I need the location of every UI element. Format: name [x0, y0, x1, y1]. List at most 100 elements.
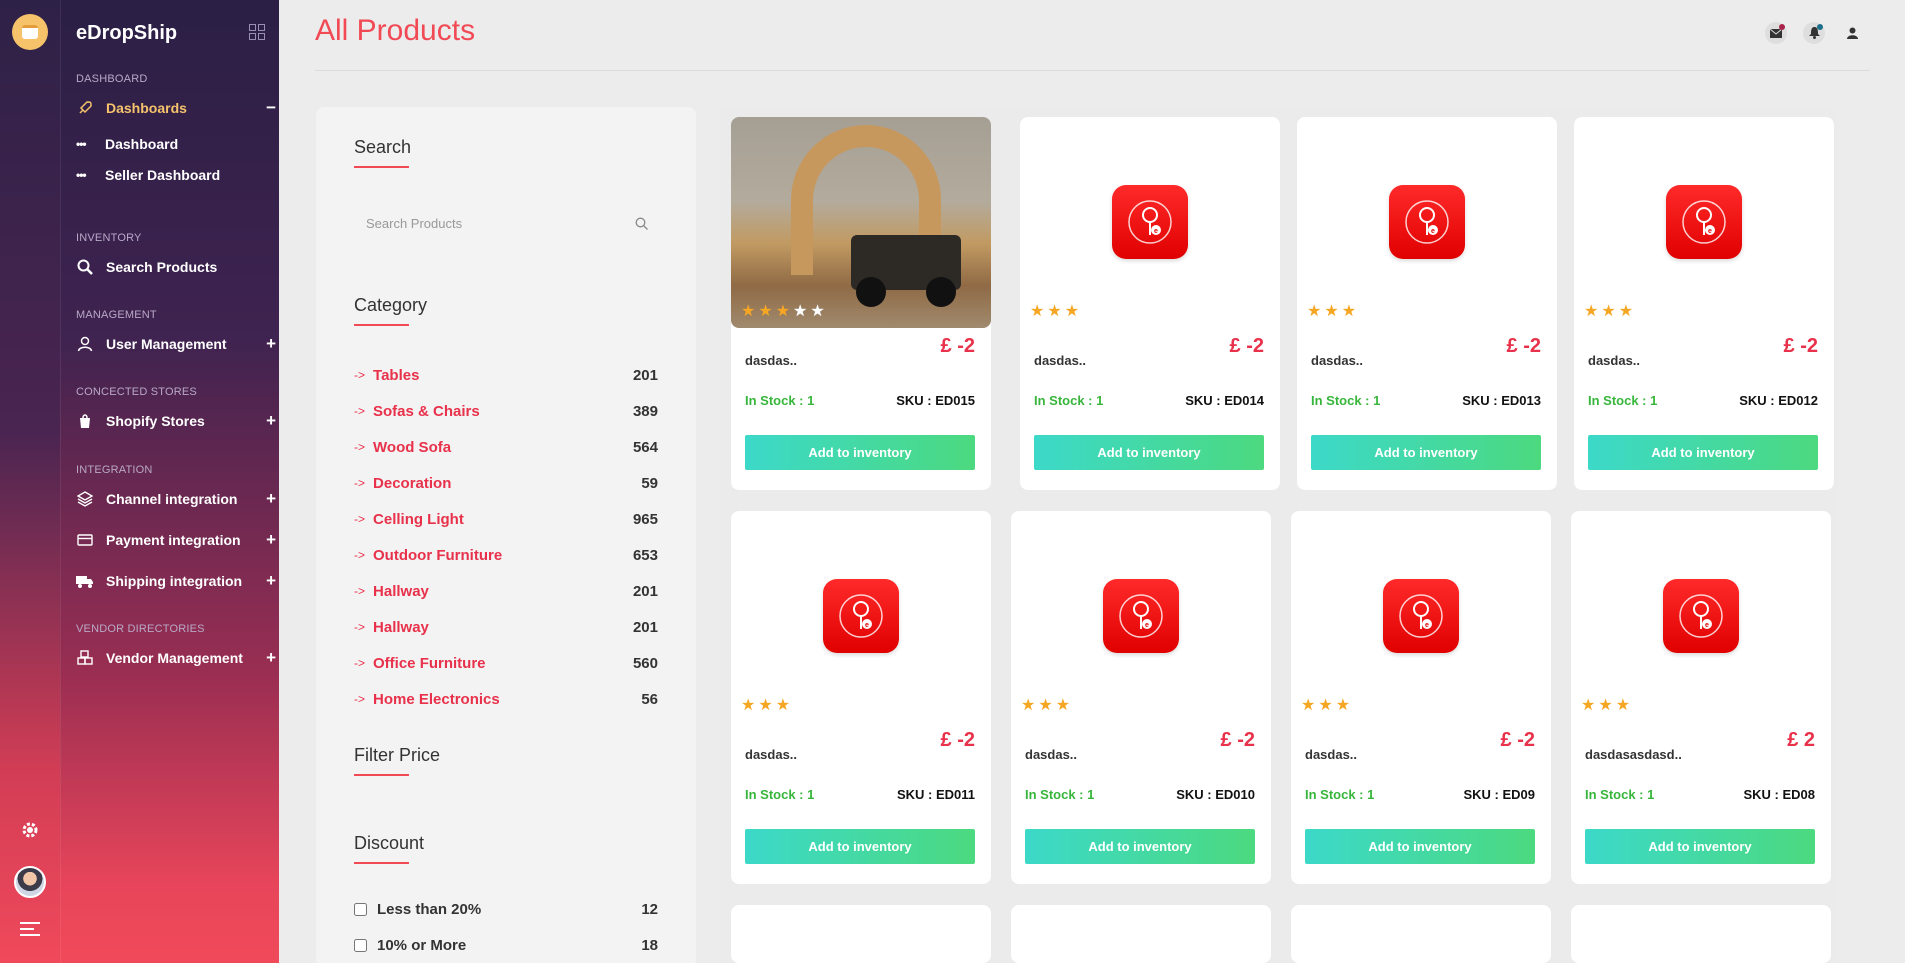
svg-text:e: e: [1705, 622, 1709, 629]
product-image[interactable]: e: [1020, 117, 1280, 327]
product-name[interactable]: dasdas..: [745, 353, 797, 368]
product-name[interactable]: dasdas..: [1311, 353, 1363, 368]
sidebar: eDropShip DASHBOARD Dashboards − ••• Das…: [60, 0, 279, 963]
product-price: £ -2: [1506, 335, 1541, 357]
add-to-inventory-button[interactable]: Add to inventory: [1585, 829, 1815, 864]
product-name[interactable]: dasdas..: [1025, 747, 1077, 762]
sidebar-item-user-management[interactable]: User Management +: [76, 332, 276, 356]
svg-text:e: e: [1145, 622, 1149, 629]
add-to-inventory-button[interactable]: Add to inventory: [1025, 829, 1255, 864]
category-item[interactable]: -> Hallway 201: [354, 573, 658, 609]
sidebar-item-vendor-management[interactable]: Vendor Management +: [76, 646, 276, 670]
add-to-inventory-button[interactable]: Add to inventory: [1588, 435, 1818, 470]
product-image[interactable]: e: [1011, 511, 1271, 721]
bell-icon[interactable]: [1803, 22, 1825, 44]
sidebar-item-shopify-stores[interactable]: Shopify Stores +: [76, 409, 276, 433]
product-card[interactable]: [1011, 905, 1271, 963]
product-sku: SKU : ED015: [896, 393, 975, 408]
add-to-inventory-button[interactable]: Add to inventory: [745, 435, 975, 470]
sidebar-item-label: Dashboard: [105, 136, 179, 152]
section-title-dashboard: DASHBOARD: [76, 73, 148, 85]
product-card[interactable]: [731, 905, 991, 963]
grid-toggle-icon[interactable]: [249, 24, 265, 40]
product-card[interactable]: [1571, 905, 1831, 963]
product-photo[interactable]: [731, 117, 991, 328]
product-card[interactable]: e ★ ★ ★ £ -2 dasdas.. In Stock : 1 SKU : ED010 A…: [1011, 511, 1271, 884]
search-icon[interactable]: [635, 217, 648, 235]
add-to-inventory-button[interactable]: Add to inventory: [1034, 435, 1264, 470]
filter-panel: Search Category -> Tables 201 -> Sofas & Ch…: [316, 107, 696, 963]
product-image[interactable]: e: [1291, 511, 1551, 721]
expand-icon[interactable]: +: [266, 489, 276, 509]
category-item[interactable]: -> Decoration 59: [354, 465, 658, 501]
category-item[interactable]: -> Hallway 201: [354, 609, 658, 645]
stock-status: In Stock : 1: [1585, 787, 1655, 802]
product-card[interactable]: e ★ ★ ★ £ -2 dasdas.. In Stock : 1 SKU : ED014 A…: [1020, 117, 1280, 490]
category-item[interactable]: -> Home Electronics 56: [354, 681, 658, 717]
category-count: 389: [632, 402, 658, 420]
product-card[interactable]: e ★ ★ ★ £ -2 dasdas.. In Stock : 1 SKU : ED012 A…: [1574, 117, 1834, 490]
add-to-inventory-button[interactable]: Add to inventory: [1311, 435, 1541, 470]
add-to-inventory-button[interactable]: Add to inventory: [745, 829, 975, 864]
product-name[interactable]: dasdas..: [745, 747, 797, 762]
category-name: Outdoor Furniture: [373, 546, 503, 564]
discount-checkbox[interactable]: [354, 938, 367, 952]
sidebar-item-channel-integration[interactable]: Channel integration +: [76, 487, 276, 511]
shopping-bag-icon: [76, 412, 94, 430]
app-logo-icon[interactable]: [12, 14, 48, 50]
sidebar-item-dashboards[interactable]: Dashboards −: [76, 96, 276, 120]
category-item[interactable]: -> Tables 201: [354, 357, 658, 393]
expand-icon[interactable]: +: [266, 648, 276, 668]
category-item[interactable]: -> Wood Sofa 564: [354, 429, 658, 465]
product-image[interactable]: e: [1571, 511, 1831, 721]
product-sku: SKU : ED011: [896, 787, 975, 802]
product-price: £ -2: [1500, 729, 1535, 751]
collapse-icon[interactable]: −: [266, 98, 276, 118]
sidebar-item-label: Vendor Management: [106, 650, 243, 666]
star-icon: ★: [741, 303, 756, 320]
menu-lines-icon[interactable]: [20, 922, 40, 940]
mail-icon[interactable]: [1765, 22, 1787, 44]
expand-icon[interactable]: +: [266, 530, 276, 550]
product-card[interactable]: e ★ ★ ★ £ 2 dasdasasdasd.. In Stock : 1 SKU : E…: [1571, 511, 1831, 884]
product-name[interactable]: dasdas..: [1305, 747, 1357, 762]
truck-icon: [76, 572, 94, 590]
sidebar-subitem-dashboard[interactable]: ••• Dashboard: [76, 136, 178, 152]
discount-label: Less than 20%: [377, 900, 482, 918]
category-item[interactable]: -> Office Furniture 560: [354, 645, 658, 681]
product-name[interactable]: dasdasasdasd..: [1585, 747, 1682, 762]
product-card[interactable]: e ★ ★ ★ £ -2 dasdas.. In Stock : 1 SKU : ED011 A…: [731, 511, 991, 884]
category-item[interactable]: -> Outdoor Furniture 653: [354, 537, 658, 573]
product-card[interactable]: e ★ ★ ★ £ -2 dasdas.. In Stock : 1 SKU : ED09 Ad…: [1291, 511, 1551, 884]
stock-status: In Stock : 1: [1305, 787, 1375, 802]
category-item[interactable]: -> Sofas & Chairs 389: [354, 393, 658, 429]
product-name[interactable]: dasdas..: [1588, 353, 1640, 368]
search-products-input[interactable]: [354, 215, 624, 231]
expand-icon[interactable]: +: [266, 411, 276, 431]
discount-checkbox[interactable]: [354, 902, 367, 916]
sidebar-item-payment-integration[interactable]: Payment integration +: [76, 528, 276, 552]
product-card[interactable]: e ★ ★ ★ £ -2 dasdas.. In Stock : 1 SKU : ED013 A…: [1297, 117, 1557, 490]
product-card[interactable]: [1291, 905, 1551, 963]
profile-user-icon[interactable]: [1841, 22, 1863, 44]
category-name: Office Furniture: [373, 654, 486, 672]
expand-icon[interactable]: +: [266, 571, 276, 591]
product-image[interactable]: e: [1574, 117, 1834, 327]
expand-icon[interactable]: +: [266, 334, 276, 354]
category-count: 201: [632, 366, 658, 384]
product-sku: SKU : ED09: [1463, 787, 1535, 802]
product-card[interactable]: ★ ★ ★ ★ ★ £ -2 dasdas.. In Stock : 1 SKU : ED015…: [731, 117, 991, 490]
sidebar-subitem-seller-dashboard[interactable]: ••• Seller Dashboard: [76, 167, 220, 183]
category-count: 653: [632, 546, 658, 564]
add-to-inventory-button[interactable]: Add to inventory: [1305, 829, 1535, 864]
product-image[interactable]: e: [1297, 117, 1557, 327]
category-count: 965: [632, 510, 658, 528]
settings-gear-icon[interactable]: [19, 820, 41, 842]
product-name[interactable]: dasdas..: [1034, 353, 1086, 368]
sidebar-item-shipping-integration[interactable]: Shipping integration +: [76, 569, 276, 593]
sidebar-item-label: Shipping integration: [106, 573, 243, 589]
user-avatar[interactable]: [14, 866, 46, 898]
category-item[interactable]: -> Celling Light 965: [354, 501, 658, 537]
product-image[interactable]: e: [731, 511, 991, 721]
sidebar-item-search-products[interactable]: Search Products: [76, 255, 276, 279]
